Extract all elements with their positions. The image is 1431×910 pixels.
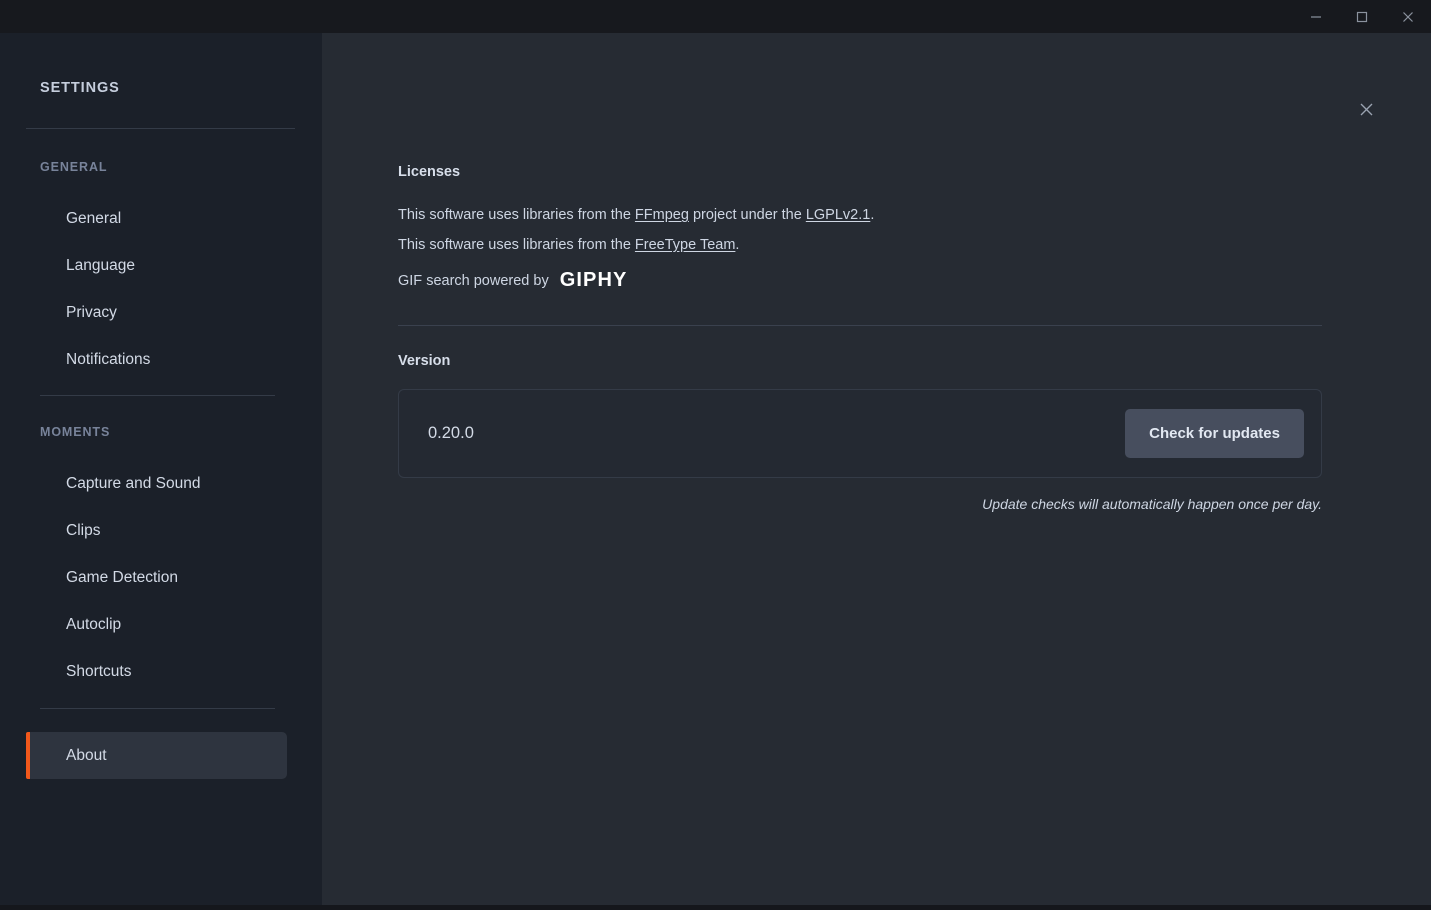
sidebar-item-game-detection[interactable]: Game Detection xyxy=(26,554,287,601)
sidebar-section-general-label: GENERAL xyxy=(40,160,108,174)
giphy-logo: GIPHY xyxy=(559,269,628,291)
sidebar-item-label: Notifications xyxy=(66,350,151,368)
window-minimize-button[interactable] xyxy=(1293,0,1339,33)
window-bottom-strip xyxy=(0,905,1431,910)
sidebar-item-language[interactable]: Language xyxy=(26,242,287,289)
sidebar-item-label: Autoclip xyxy=(66,615,122,633)
sidebar-item-notifications[interactable]: Notifications xyxy=(26,336,287,383)
close-icon xyxy=(1402,11,1414,23)
licenses-heading: Licenses xyxy=(398,164,461,180)
settings-sidebar: SETTINGS GENERAL General Language Privac… xyxy=(0,33,322,905)
sidebar-item-clips[interactable]: Clips xyxy=(26,507,287,554)
license-text-mid: project under the xyxy=(688,207,806,223)
settings-window: SETTINGS GENERAL General Language Privac… xyxy=(0,0,1431,910)
sidebar-item-label: Game Detection xyxy=(66,568,178,586)
license-text-post: . xyxy=(870,207,875,223)
license-text-pre: This software uses libraries from the xyxy=(398,237,635,253)
update-note: Update checks will automatically happen … xyxy=(982,496,1322,512)
giphy-attribution: GIF search powered by GIPHY xyxy=(398,269,1322,292)
sidebar-item-capture-and-sound[interactable]: Capture and Sound xyxy=(26,460,287,507)
settings-main-panel: Licenses This software uses libraries fr… xyxy=(322,33,1431,905)
version-number: 0.20.0 xyxy=(428,424,474,442)
sidebar-item-label: Privacy xyxy=(66,303,117,321)
giphy-prefix-text: GIF search powered by xyxy=(398,272,549,289)
freetype-link[interactable]: FreeType Team xyxy=(635,237,735,253)
close-icon xyxy=(1359,102,1374,122)
about-content: Licenses This software uses libraries fr… xyxy=(322,33,1431,512)
license-line-freetype: This software uses libraries from the Fr… xyxy=(398,230,1322,260)
sidebar-section-moments-label: MOMENTS xyxy=(40,425,111,439)
window-body: SETTINGS GENERAL General Language Privac… xyxy=(0,33,1431,905)
version-heading: Version xyxy=(398,353,451,369)
minimize-icon xyxy=(1310,11,1322,23)
check-for-updates-button[interactable]: Check for updates xyxy=(1125,409,1304,458)
window-maximize-button[interactable] xyxy=(1339,0,1385,33)
sidebar-item-general[interactable]: General xyxy=(26,195,287,242)
sidebar-title: SETTINGS xyxy=(40,80,120,96)
sidebar-item-label: Clips xyxy=(66,521,101,539)
title-bar xyxy=(0,0,1431,33)
sidebar-item-shortcuts[interactable]: Shortcuts xyxy=(26,648,287,695)
sidebar-item-label: General xyxy=(66,209,122,227)
sidebar-item-label: About xyxy=(66,746,107,764)
sidebar-item-about[interactable]: About xyxy=(26,732,287,779)
version-card: 0.20.0 Check for updates xyxy=(398,389,1322,478)
content-divider xyxy=(398,325,1322,326)
close-settings-button[interactable] xyxy=(1347,93,1385,131)
license-text-pre: This software uses libraries from the xyxy=(398,207,635,223)
maximize-icon xyxy=(1356,11,1368,23)
ffmpeg-link[interactable]: FFmpeg xyxy=(635,207,689,223)
sidebar-item-label: Capture and Sound xyxy=(66,474,201,492)
license-line-ffmpeg: This software uses libraries from the FF… xyxy=(398,200,1322,230)
sidebar-item-label: Language xyxy=(66,256,135,274)
sidebar-item-label: Shortcuts xyxy=(66,662,132,680)
sidebar-item-privacy[interactable]: Privacy xyxy=(26,289,287,336)
sidebar-item-autoclip[interactable]: Autoclip xyxy=(26,601,287,648)
license-text-post: . xyxy=(735,237,740,253)
window-close-button[interactable] xyxy=(1385,0,1431,33)
lgpl-link[interactable]: LGPLv2.1 xyxy=(806,207,871,223)
